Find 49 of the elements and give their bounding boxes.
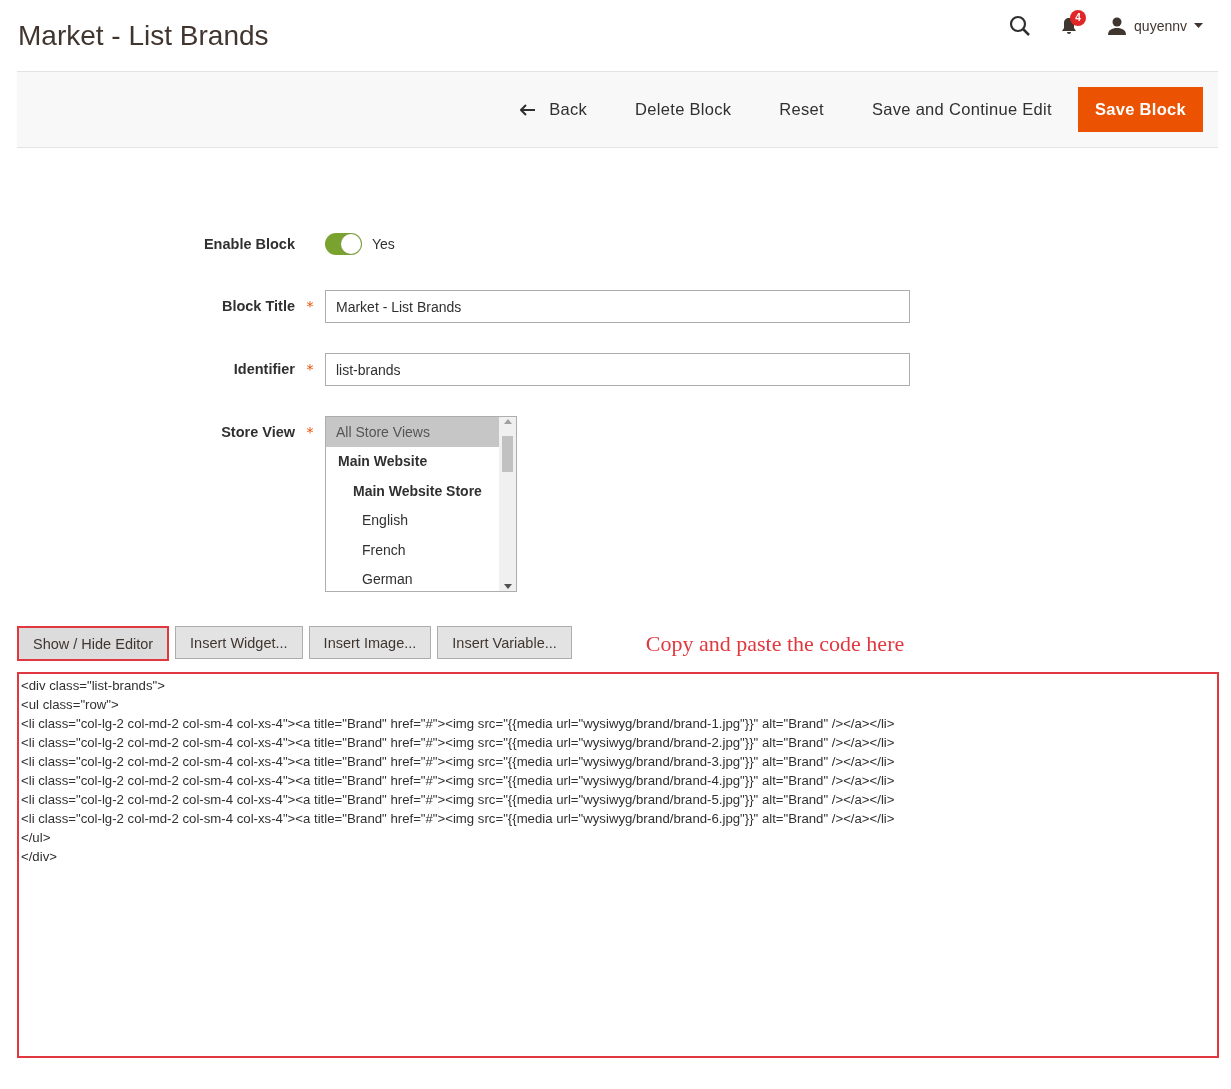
toolbar-button[interactable]: Back	[498, 87, 610, 132]
required-mark: *	[305, 297, 315, 314]
field-label: Enable Block	[202, 235, 295, 252]
editor-button[interactable]: Insert Widget...	[175, 626, 303, 659]
page-title: Market - List Brands	[18, 19, 269, 52]
toolbar-button[interactable]: Reset	[757, 87, 846, 132]
code-editor[interactable]	[17, 672, 1219, 1058]
store-view-list[interactable]: All Store Views Main Website Main Website Store English French German	[325, 416, 517, 592]
field-label: Identifier	[232, 360, 295, 377]
scrollbar[interactable]	[499, 417, 516, 591]
code-line: <li class="col-lg-2 col-md-2 col-sm-4 col-xs-4"><a title="Brand" href="#"><img src="{{media url="wysiwyg/brand/brand-5.jpg"}}" alt="Brand" /></a></li>	[21, 791, 896, 809]
editor-button[interactable]: Show / Hide Editor	[17, 626, 170, 661]
notification-count: 4	[1070, 9, 1087, 26]
text-field[interactable]: list-brands	[325, 353, 910, 386]
field-label: Store View	[220, 423, 295, 440]
list-option[interactable]: Main Website	[326, 446, 499, 476]
user-menu[interactable]: quyennv	[1107, 16, 1203, 35]
save-button[interactable]: Save Block	[1077, 87, 1203, 132]
code-line: </div>	[21, 848, 58, 866]
code-line: <li class="col-lg-2 col-md-2 col-sm-4 col-xs-4"><a title="Brand" href="#"><img src="{{media url="wysiwyg/brand/brand-2.jpg"}}" alt="Brand" /></a></li>	[21, 734, 896, 752]
annotation-text: Copy and paste the code here	[645, 631, 905, 658]
code-line: <div class="list-brands">	[21, 677, 166, 695]
code-line: <li class="col-lg-2 col-md-2 col-sm-4 col-xs-4"><a title="Brand" href="#"><img src="{{media url="wysiwyg/brand/brand-6.jpg"}}" alt="Brand" /></a></li>	[21, 810, 896, 828]
text-field[interactable]: Market - List Brands	[325, 290, 910, 323]
toolbar-button[interactable]: Delete Block	[613, 87, 754, 132]
caret-icon	[1194, 23, 1203, 28]
scroll-down-icon[interactable]	[503, 584, 512, 589]
arrow-left-icon	[520, 103, 536, 116]
code-line: <li class="col-lg-2 col-md-2 col-sm-4 col-xs-4"><a title="Brand" href="#"><img src="{{media url="wysiwyg/brand/brand-4.jpg"}}" alt="Brand" /></a></li>	[21, 772, 896, 790]
user-icon	[1107, 16, 1128, 35]
required-mark: *	[305, 423, 315, 440]
code-line: </ul>	[21, 829, 52, 847]
toggle-switch[interactable]	[325, 233, 362, 255]
toggle-value: Yes	[372, 236, 395, 252]
toolbar-button[interactable]: Save and Continue Edit	[849, 87, 1074, 132]
list-option[interactable]: All Store Views	[326, 417, 499, 447]
scroll-thumb[interactable]	[502, 436, 513, 472]
list-option[interactable]: English	[326, 505, 499, 535]
search-icon[interactable]	[1009, 14, 1032, 37]
editor-button[interactable]: Insert Image...	[308, 626, 432, 659]
list-option[interactable]: Main Website Store	[326, 476, 499, 506]
code-line: <ul class="row">	[21, 696, 120, 714]
list-option[interactable]: French	[326, 535, 499, 565]
list-option[interactable]: German	[326, 564, 499, 591]
code-line: <li class="col-lg-2 col-md-2 col-sm-4 col-xs-4"><a title="Brand" href="#"><img src="{{media url="wysiwyg/brand/brand-1.jpg"}}" alt="Brand" /></a></li>	[21, 715, 896, 733]
field-label: Block Title	[220, 297, 295, 314]
editor-button[interactable]: Insert Variable...	[437, 626, 572, 659]
code-line: <li class="col-lg-2 col-md-2 col-sm-4 col-xs-4"><a title="Brand" href="#"><img src="{{media url="wysiwyg/brand/brand-3.jpg"}}" alt="Brand" /></a></li>	[21, 753, 896, 771]
required-mark: *	[305, 360, 315, 377]
